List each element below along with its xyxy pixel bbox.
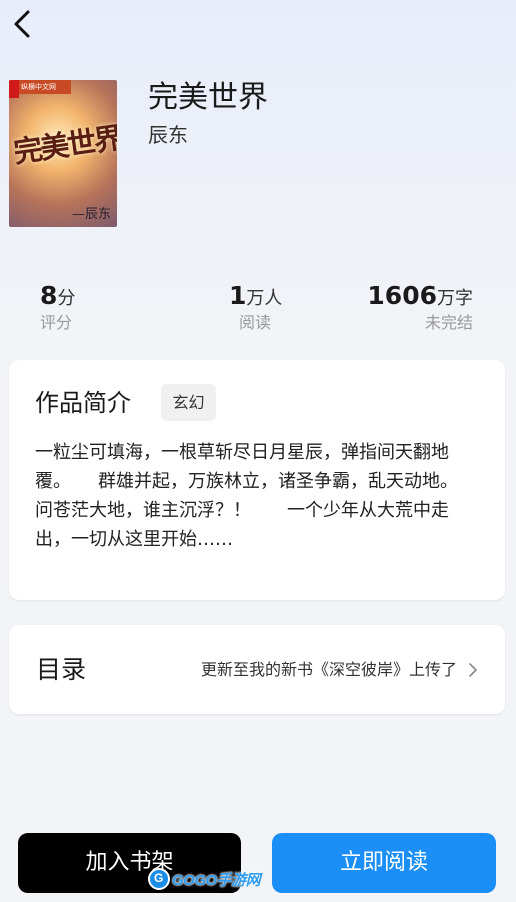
cover-author: —辰东 <box>71 207 111 222</box>
read-now-button[interactable]: 立即阅读 <box>272 833 496 893</box>
stat-readers: 1万人 阅读 <box>229 280 282 334</box>
watermark-text: GOGO手游网 <box>172 872 261 889</box>
watermark-logo: G GOGO手游网 <box>148 866 261 894</box>
toc-heading: 目录 <box>36 655 87 684</box>
intro-card: 作品简介 玄幻 一粒尘可填海，一根草斩尽日月星辰，弹指间天翻地覆。 群雄并起，万… <box>9 360 505 600</box>
stat-words: 1606万字 未完结 <box>367 280 473 334</box>
words-unit: 万字 <box>437 288 473 309</box>
chevron-left-icon <box>14 10 30 38</box>
chevron-right-icon <box>469 663 477 677</box>
toc-card[interactable]: 目录 更新至我的新书《深空彼岸》上传了 <box>9 625 505 714</box>
genre-tag[interactable]: 玄幻 <box>161 384 216 421</box>
stat-score: 8分 评分 <box>40 280 75 334</box>
score-label: 评分 <box>40 313 73 332</box>
readers-value: 1 <box>229 281 247 310</box>
intro-text: 一粒尘可填海，一根草斩尽日月星辰，弹指间天翻地覆。 群雄并起，万族林立，诸圣争霸… <box>35 442 458 550</box>
book-title: 完美世界 <box>148 80 268 115</box>
score-value: 8 <box>40 281 58 310</box>
words-status-label: 未完结 <box>424 313 473 332</box>
book-cover: 纵横中文网 完美世界 —辰东 <box>9 80 117 227</box>
readers-unit: 万人 <box>246 288 283 309</box>
back-button[interactable] <box>8 6 36 42</box>
book-author: 辰东 <box>148 123 188 147</box>
watermark-icon: G <box>148 868 170 890</box>
cover-title: 完美世界 <box>11 120 117 170</box>
score-unit: 分 <box>57 288 76 309</box>
words-value: 1606 <box>367 281 437 310</box>
cover-logo-mark <box>9 80 19 98</box>
readers-label: 阅读 <box>239 313 272 332</box>
latest-chapter: 更新至我的新书《深空彼岸》上传了 <box>200 660 457 679</box>
cover-publisher: 纵横中文网 <box>21 83 56 91</box>
intro-heading: 作品简介 <box>35 389 131 417</box>
